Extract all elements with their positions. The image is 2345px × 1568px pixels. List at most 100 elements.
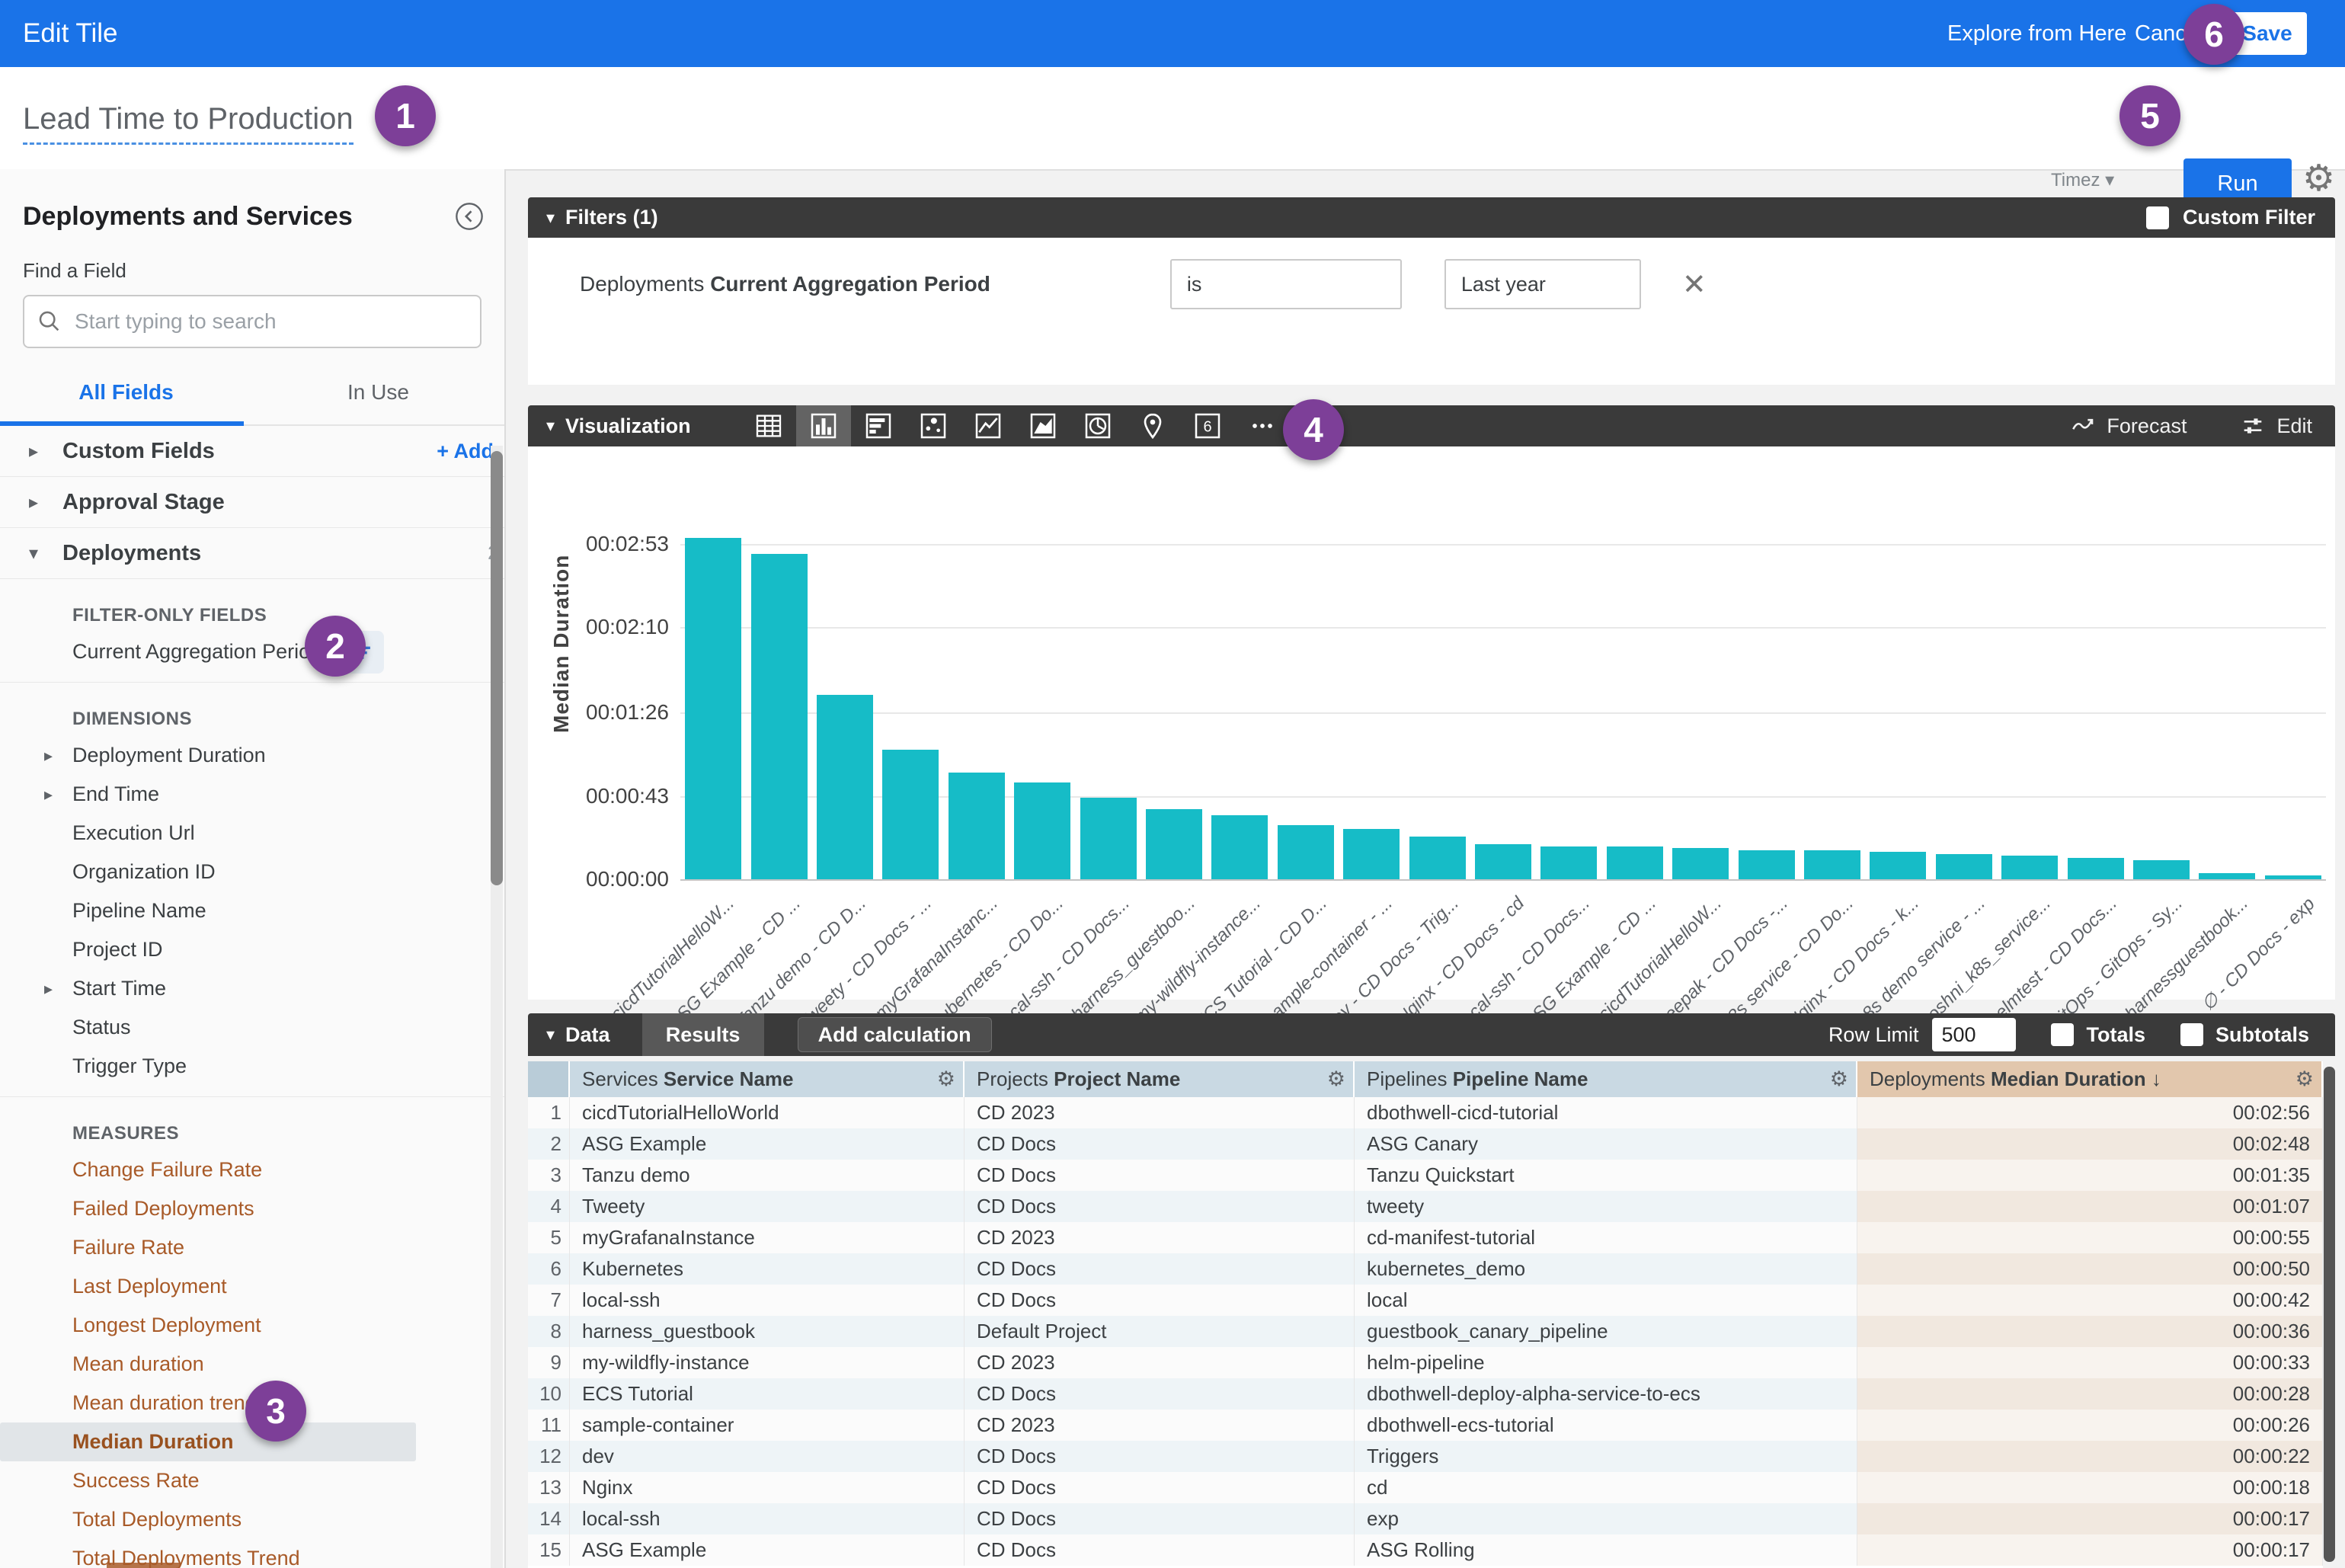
subtotals-checkbox[interactable]	[2180, 1023, 2203, 1046]
results-tab[interactable]: Results	[642, 1013, 764, 1056]
project-name-cell[interactable]: CD Docs	[965, 1191, 1355, 1222]
chart-bar[interactable]	[751, 554, 808, 879]
project-name-cell[interactable]: CD 2023	[965, 1222, 1355, 1253]
sidebar-group-custom-fields[interactable]: ▸Custom Fields+ Add	[0, 426, 504, 477]
chart-bar[interactable]	[1672, 848, 1729, 879]
search-input[interactable]	[73, 309, 468, 334]
median-duration-cell[interactable]: 00:00:22	[1857, 1441, 2323, 1472]
sidebar-scrollbar-thumb[interactable]	[491, 451, 503, 885]
single-value-icon[interactable]: 6	[1180, 405, 1235, 446]
median-duration-cell[interactable]: 00:00:28	[1857, 1378, 2323, 1410]
data-section-bar[interactable]: ▾ Data Results Add calculation Row Limit…	[528, 1013, 2335, 1056]
median-duration-cell[interactable]: 00:00:17	[1857, 1534, 2323, 1566]
project-name-cell[interactable]: CD Docs	[965, 1441, 1355, 1472]
field-item-end-time[interactable]: ▸End Time	[0, 775, 504, 814]
field-item-trigger-type[interactable]: Trigger Type	[0, 1047, 504, 1086]
service-name-cell[interactable]: sample-container	[570, 1410, 965, 1441]
column-header-pipeline-name[interactable]: Pipelines Pipeline Name⚙	[1355, 1061, 1857, 1097]
field-item-start-time[interactable]: ▸Start Time	[0, 969, 504, 1008]
field-item-median-duration[interactable]: Median Duration	[0, 1422, 416, 1461]
forecast-button[interactable]: Forecast	[2070, 413, 2187, 439]
median-duration-cell[interactable]: 00:00:36	[1857, 1316, 2323, 1347]
project-name-cell[interactable]: CD 2023	[965, 1347, 1355, 1378]
chart-bar[interactable]	[2199, 873, 2255, 879]
median-duration-cell[interactable]: 00:01:07	[1857, 1191, 2323, 1222]
chart-bar[interactable]	[1475, 844, 1531, 879]
chart-bar[interactable]	[1343, 829, 1400, 879]
edit-vis-button[interactable]: Edit	[2240, 413, 2312, 439]
pipeline-name-cell[interactable]: Triggers	[1355, 1441, 1857, 1472]
field-item-total-deployments[interactable]: Total Deployments	[0, 1500, 504, 1539]
visualization-section-bar[interactable]: ▾ Visualization 6 Forecast Edit	[528, 405, 2335, 446]
line-chart-icon[interactable]	[961, 405, 1016, 446]
project-name-cell[interactable]: CD Docs	[965, 1503, 1355, 1534]
pipeline-name-cell[interactable]: helm-pipeline	[1355, 1347, 1857, 1378]
totals-checkbox[interactable]	[2051, 1023, 2074, 1046]
chart-bar[interactable]	[1211, 815, 1268, 879]
field-item-organization-id[interactable]: Organization ID	[0, 853, 504, 891]
pipeline-name-cell[interactable]: cd	[1355, 1472, 1857, 1503]
median-duration-cell[interactable]: 00:01:35	[1857, 1160, 2323, 1191]
service-name-cell[interactable]: ASG Example	[570, 1534, 965, 1566]
field-item-failed-deployments[interactable]: Failed Deployments	[0, 1189, 504, 1228]
custom-filter-checkbox[interactable]	[2146, 206, 2169, 229]
project-name-cell[interactable]: CD Docs	[965, 1534, 1355, 1566]
pipeline-name-cell[interactable]: dbothwell-ecs-tutorial	[1355, 1410, 1857, 1441]
chart-bar[interactable]	[882, 750, 939, 879]
chart-bar[interactable]	[1540, 846, 1597, 879]
median-duration-cell[interactable]: 00:02:56	[1857, 1097, 2323, 1128]
chart-bar[interactable]	[817, 695, 873, 879]
service-name-cell[interactable]: dev	[570, 1441, 965, 1472]
field-item-total-deployments-trend[interactable]: Total Deployments Trend	[0, 1539, 504, 1568]
project-name-cell[interactable]: Default Project	[965, 1316, 1355, 1347]
chart-bar[interactable]	[1739, 850, 1795, 879]
pipeline-name-cell[interactable]: guestbook_canary_pipeline	[1355, 1316, 1857, 1347]
median-duration-cell[interactable]: 00:00:55	[1857, 1222, 2323, 1253]
project-name-cell[interactable]: CD 2023	[965, 1410, 1355, 1441]
median-duration-cell[interactable]: 00:00:50	[1857, 1253, 2323, 1285]
column-header-median-duration[interactable]: Deployments Median Duration ↓⚙	[1857, 1061, 2323, 1097]
project-name-cell[interactable]: CD 2023	[965, 1097, 1355, 1128]
chart-bar[interactable]	[1014, 782, 1070, 879]
filters-collapse-icon[interactable]: ▾	[546, 208, 555, 228]
add-custom-field-link[interactable]: + Add	[437, 440, 494, 463]
pipeline-name-cell[interactable]: Tanzu Quickstart	[1355, 1160, 1857, 1191]
field-item-project-id[interactable]: Project ID	[0, 930, 504, 969]
row-number-header[interactable]	[528, 1061, 570, 1097]
service-name-cell[interactable]: myGrafanaInstance	[570, 1222, 965, 1253]
field-search-box[interactable]	[23, 295, 481, 348]
table-vis-icon[interactable]	[741, 405, 796, 446]
chart-bar[interactable]	[1278, 825, 1334, 879]
field-item-deployment-duration[interactable]: ▸Deployment Duration	[0, 736, 504, 775]
chart-bar[interactable]	[1870, 852, 1926, 879]
chart-bar[interactable]	[2068, 858, 2124, 879]
field-item-pipeline-name[interactable]: Pipeline Name	[0, 891, 504, 930]
map-icon[interactable]	[1125, 405, 1180, 446]
column-gear-icon[interactable]: ⚙	[1327, 1067, 1345, 1091]
service-name-cell[interactable]: Kubernetes	[570, 1253, 965, 1285]
project-name-cell[interactable]: CD Docs	[965, 1128, 1355, 1160]
pie-chart-icon[interactable]	[1070, 405, 1125, 446]
field-item-failure-rate[interactable]: Failure Rate	[0, 1228, 504, 1267]
pipeline-name-cell[interactable]: kubernetes_demo	[1355, 1253, 1857, 1285]
pipeline-name-cell[interactable]: cd-manifest-tutorial	[1355, 1222, 1857, 1253]
remove-filter-icon[interactable]: ✕	[1682, 267, 1707, 302]
service-name-cell[interactable]: my-wildfly-instance	[570, 1347, 965, 1378]
sidebar-group-deployments[interactable]: ▾Deployments2	[0, 528, 504, 579]
median-duration-cell[interactable]: 00:00:26	[1857, 1410, 2323, 1441]
chart-bar[interactable]	[1607, 846, 1663, 879]
column-header-project-name[interactable]: Projects Project Name⚙	[965, 1061, 1355, 1097]
service-name-cell[interactable]: Tweety	[570, 1191, 965, 1222]
field-item-execution-url[interactable]: Execution Url	[0, 814, 504, 853]
pipeline-name-cell[interactable]: dbothwell-cicd-tutorial	[1355, 1097, 1857, 1128]
collapse-panel-icon[interactable]	[454, 201, 485, 232]
area-chart-icon[interactable]	[1016, 405, 1070, 446]
chart-bar[interactable]	[2001, 856, 2058, 879]
project-name-cell[interactable]: CD Docs	[965, 1472, 1355, 1503]
data-collapse-icon[interactable]: ▾	[546, 1025, 555, 1045]
median-duration-cell[interactable]: 00:02:48	[1857, 1128, 2323, 1160]
column-gear-icon[interactable]: ⚙	[2295, 1067, 2314, 1091]
chart-bar[interactable]	[1409, 837, 1466, 879]
service-name-cell[interactable]: ECS Tutorial	[570, 1378, 965, 1410]
scatter-plot-icon[interactable]	[906, 405, 961, 446]
